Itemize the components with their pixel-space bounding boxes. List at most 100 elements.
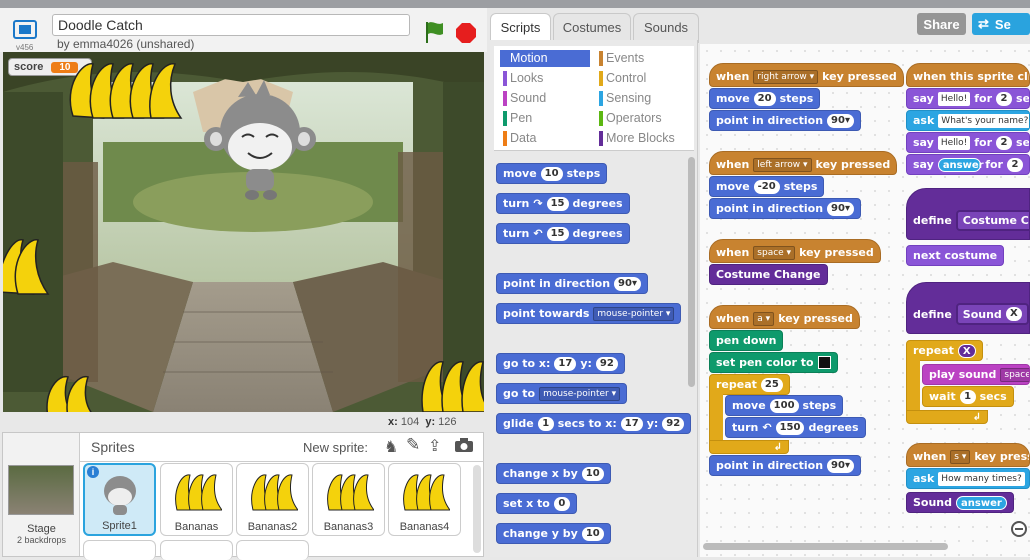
costume-change-call-block[interactable]: Costume Change: [709, 264, 828, 285]
repeat-block[interactable]: repeat 25: [709, 374, 790, 395]
block-input[interactable]: 25: [760, 377, 783, 392]
block-input[interactable]: 92: [662, 416, 685, 431]
block-input[interactable]: 90▾: [827, 201, 854, 216]
wait-block[interactable]: wait 1 secs: [922, 386, 1014, 407]
palette-change-y-block[interactable]: change y by 10: [496, 523, 611, 544]
sound-call-block[interactable]: Sound answer: [906, 492, 1014, 513]
scripts-horizontal-scrollbar[interactable]: [703, 543, 948, 550]
palette-point-towards-block[interactable]: point towards mouse-pointer ▾: [496, 303, 682, 324]
block-input[interactable]: 92: [595, 356, 618, 371]
block-input[interactable]: 15: [546, 196, 569, 211]
stop-sign-icon[interactable]: [455, 22, 477, 49]
turn-left-block[interactable]: turn ↶ 150 degrees: [725, 417, 866, 438]
key-dropdown[interactable]: a ▾: [753, 311, 775, 326]
block-input[interactable]: 10: [581, 466, 604, 481]
tab-costumes[interactable]: Costumes: [553, 13, 631, 43]
when-key-pressed-hat[interactable]: when right arrow ▾ key pressed: [709, 63, 904, 87]
category-sensing[interactable]: Sensing: [596, 90, 692, 107]
param-x-reporter[interactable]: X: [957, 343, 976, 358]
palette-point-direction-block[interactable]: point in direction 90▾: [496, 273, 648, 294]
ask-block[interactable]: ask What's your name?: [906, 110, 1030, 131]
upload-sprite-icon[interactable]: ⇪: [428, 436, 441, 456]
palette-set-x-block[interactable]: set x to 0: [496, 493, 577, 514]
answer-reporter[interactable]: answer: [956, 495, 1007, 510]
palette-change-x-block[interactable]: change x by 10: [496, 463, 611, 484]
pen-color-swatch[interactable]: [817, 356, 831, 369]
palette-glide-block[interactable]: glide 1 secs to x: 17 y: 92: [496, 413, 692, 434]
category-control[interactable]: Control: [596, 70, 692, 87]
block-input[interactable]: 90▾: [827, 458, 854, 473]
block-input[interactable]: 1: [959, 389, 976, 404]
block-input[interactable]: Hello!: [937, 91, 971, 106]
green-flag-icon[interactable]: [423, 20, 445, 49]
block-input[interactable]: 0: [553, 496, 570, 511]
category-events[interactable]: Events: [596, 50, 692, 67]
block-input[interactable]: 17: [554, 356, 577, 371]
ask-block[interactable]: ask How many times?: [906, 468, 1030, 489]
sprite-thumb-partial[interactable]: [160, 540, 233, 560]
when-key-pressed-hat[interactable]: when left arrow ▾ key pressed: [709, 151, 898, 175]
sprite-thumb-bananas[interactable]: Bananas: [160, 463, 233, 536]
block-input[interactable]: What's your name?: [938, 113, 1029, 128]
bananas-sprite[interactable]: [63, 56, 188, 126]
block-input[interactable]: 2: [996, 135, 1013, 150]
sprites-scrollbar[interactable]: [473, 465, 481, 553]
block-input[interactable]: 20: [753, 91, 776, 106]
key-dropdown[interactable]: right arrow ▾: [753, 69, 819, 84]
next-costume-block[interactable]: next costume: [906, 245, 1005, 266]
block-input[interactable]: 10: [540, 166, 563, 181]
move-block[interactable]: move 20 steps: [709, 88, 821, 109]
block-input[interactable]: 17: [620, 416, 643, 431]
when-key-pressed-hat[interactable]: when space ▾ key pressed: [709, 239, 881, 263]
when-sprite-clicked-hat[interactable]: when this sprite clic: [906, 63, 1030, 87]
block-input[interactable]: 150: [775, 420, 805, 435]
category-motion[interactable]: Motion: [500, 50, 590, 67]
define-sound-hat[interactable]: define Sound X: [906, 282, 1030, 334]
block-input[interactable]: -20: [753, 179, 780, 194]
fullscreen-icon[interactable]: [12, 19, 38, 41]
paint-sprite-icon[interactable]: ✎: [406, 435, 420, 455]
palette-goto-xy-block[interactable]: go to x: 17 y: 92: [496, 353, 625, 374]
category-sound[interactable]: Sound: [500, 90, 590, 107]
sprite-thumb-bananas4[interactable]: Bananas4: [388, 463, 461, 536]
block-input[interactable]: How many times?: [938, 471, 1025, 486]
category-data[interactable]: Data: [500, 130, 590, 147]
share-button[interactable]: Share: [917, 13, 966, 35]
sprite-thumb-bananas3[interactable]: Bananas3: [312, 463, 385, 536]
move-block[interactable]: move 100 steps: [725, 395, 844, 416]
play-sound-block[interactable]: play soundspace u: [922, 364, 1030, 385]
palette-goto-block[interactable]: go to mouse-pointer ▾: [496, 383, 628, 404]
block-input[interactable]: 1: [537, 416, 554, 431]
see-inside-button[interactable]: ⇄ Se: [972, 13, 1030, 35]
choose-sprite-icon[interactable]: ♞: [384, 437, 398, 457]
block-input[interactable]: 90▾: [827, 113, 854, 128]
block-input[interactable]: Hello!: [937, 135, 971, 150]
category-pen[interactable]: Pen: [500, 110, 590, 127]
repeat-block[interactable]: repeat X: [906, 340, 983, 361]
block-input[interactable]: 100: [769, 398, 799, 413]
define-costume-change-hat[interactable]: define Costume Ch: [906, 188, 1030, 240]
answer-reporter[interactable]: answer: [937, 157, 984, 172]
when-key-pressed-hat[interactable]: when a ▾ key pressed: [709, 305, 860, 329]
block-dropdown[interactable]: mouse-pointer ▾: [593, 306, 675, 321]
sprite-thumb-bananas2[interactable]: Bananas2: [236, 463, 309, 536]
when-key-pressed-hat[interactable]: when s ▾ key press: [906, 443, 1030, 467]
monkey-sprite[interactable]: [198, 77, 323, 202]
block-input[interactable]: 90▾: [614, 276, 641, 291]
zoom-out-icon[interactable]: [1010, 520, 1030, 545]
key-dropdown[interactable]: space ▾: [753, 245, 796, 260]
block-input[interactable]: 2: [1007, 157, 1023, 172]
stage-canvas[interactable]: score 10: [3, 52, 484, 412]
info-icon[interactable]: i: [87, 466, 99, 478]
project-title-input[interactable]: Doodle Catch: [52, 14, 410, 36]
key-dropdown[interactable]: left arrow ▾: [753, 157, 812, 172]
point-direction-block[interactable]: point in direction 90▾: [709, 198, 861, 219]
point-direction-block[interactable]: point in direction 90▾: [709, 455, 861, 476]
block-input[interactable]: 10: [581, 526, 604, 541]
sprite-thumb-partial[interactable]: [83, 540, 156, 560]
set-pen-color-block[interactable]: set pen color to: [709, 352, 838, 373]
param-x[interactable]: X: [1005, 307, 1022, 321]
sprite-thumb-sprite1[interactable]: i Sprite1: [83, 463, 156, 536]
block-input[interactable]: 2: [996, 91, 1013, 106]
category-operators[interactable]: Operators: [596, 110, 692, 127]
